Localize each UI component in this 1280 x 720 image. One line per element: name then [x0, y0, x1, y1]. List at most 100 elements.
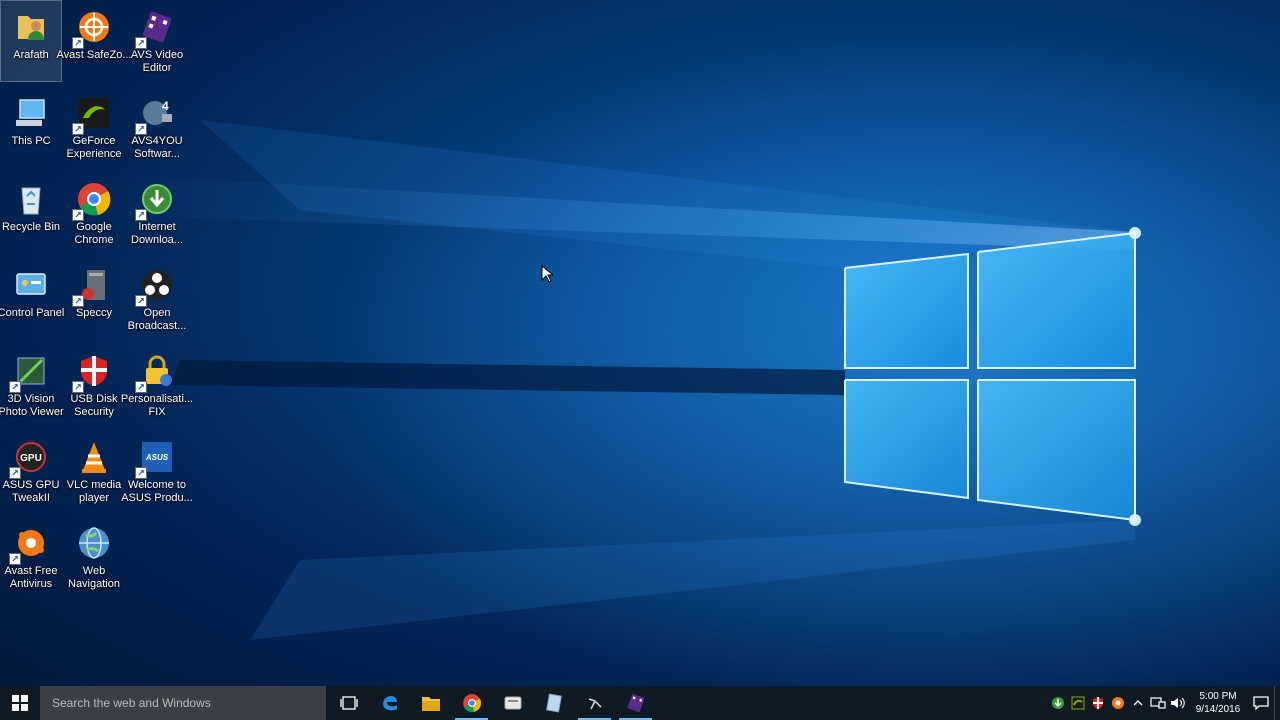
- svg-text:4: 4: [162, 99, 169, 113]
- shortcut-arrow-icon: ↗: [72, 381, 84, 393]
- shortcut-arrow-icon: ↗: [9, 381, 21, 393]
- avs-video-editor-icon: [627, 693, 644, 713]
- edge-icon: [382, 696, 397, 711]
- system-tray: 5:00 PM 9/14/2016: [1048, 686, 1280, 720]
- desktop-icon-asus-welcome[interactable]: ASUS ↗ Welcome to ASUS Produ...: [121, 430, 193, 512]
- desktop-icon-vlc[interactable]: VLC media player: [63, 430, 125, 512]
- task-view-icon: [339, 696, 358, 710]
- desktop-icon-avs-video-editor[interactable]: ↗ AVS Video Editor: [126, 0, 188, 82]
- desktop-icon-arafath[interactable]: Arafath: [0, 0, 62, 82]
- shortcut-arrow-icon: ↗: [72, 123, 84, 135]
- desktop-icon-obs[interactable]: ↗ Open Broadcast...: [126, 258, 188, 340]
- shortcut-arrow-icon: ↗: [72, 209, 84, 221]
- desktop-icon-geforce[interactable]: ↗ GeForce Experience: [63, 86, 125, 168]
- clock[interactable]: 5:00 PM 9/14/2016: [1188, 686, 1248, 720]
- folder-icon: [421, 697, 440, 711]
- geforce-icon: ↗: [72, 93, 114, 135]
- desktop-icon-avast-free[interactable]: ↗ Avast Free Antivirus: [0, 516, 62, 598]
- svg-text:GPU: GPU: [20, 453, 42, 464]
- clock-time: 5:00 PM: [1199, 691, 1237, 702]
- speccy-icon: ↗: [72, 265, 114, 307]
- web-navigation-icon: [74, 523, 114, 563]
- desktop-icon-internet-download[interactable]: ↗ Internet Downloa...: [126, 172, 188, 254]
- edge-taskbar-button[interactable]: [369, 686, 410, 720]
- desktop-icon-avs4you[interactable]: 4 ↗ AVS4YOU Softwar...: [126, 86, 188, 168]
- desktop-icon-label: AVS4YOU Softwar...: [131, 135, 183, 160]
- vlc-icon: [74, 437, 114, 477]
- desktop-icon-label: Personalisati... FIX: [120, 393, 194, 418]
- app-6-taskbar-button[interactable]: [533, 686, 574, 720]
- avs-video-editor-taskbar-button[interactable]: [615, 686, 656, 720]
- desktop-icon-asus-gpu-tweak[interactable]: GPU ↗ ASUS GPU TweakII: [0, 430, 62, 512]
- desktop-icon-3d-vision[interactable]: ↗ 3D Vision Photo Viewer: [0, 344, 64, 426]
- desktop-icon-recycle-bin[interactable]: Recycle Bin: [0, 172, 62, 254]
- shortcut-arrow-icon: ↗: [72, 37, 84, 49]
- app-7-taskbar-button[interactable]: [574, 686, 615, 720]
- computer-icon: [11, 93, 51, 133]
- chrome-icon: [462, 694, 481, 713]
- avs-video-editor-icon: ↗: [135, 7, 177, 49]
- app-5-taskbar-button[interactable]: [492, 686, 533, 720]
- usb-security-tray-icon[interactable]: [1088, 686, 1108, 720]
- action-center-button[interactable]: [1248, 686, 1274, 720]
- shortcut-arrow-icon: ↗: [9, 553, 21, 565]
- taskbar: 5:00 PM 9/14/2016: [0, 686, 1280, 720]
- desktop-icon-personalisation-fix[interactable]: ↗ Personalisati... FIX: [121, 344, 193, 426]
- obs-icon: ↗: [135, 265, 177, 307]
- usb-disk-security-icon: ↗: [72, 351, 114, 393]
- shortcut-arrow-icon: ↗: [72, 295, 84, 307]
- windows-logo-icon: [12, 695, 28, 711]
- search-input[interactable]: [50, 695, 324, 711]
- shortcut-arrow-icon: ↗: [9, 467, 21, 479]
- desktop-icon-usb-disk-security[interactable]: ↗ USB Disk Security: [63, 344, 125, 426]
- desktop-icon-label: Open Broadcast...: [127, 307, 187, 332]
- shortcut-arrow-icon: ↗: [135, 123, 147, 135]
- shortcut-arrow-icon: ↗: [135, 37, 147, 49]
- avast-tray-icon[interactable]: [1108, 686, 1128, 720]
- chevron-up-icon[interactable]: [1128, 686, 1148, 720]
- control-panel-icon: [11, 265, 51, 305]
- desktop-icon-control-panel[interactable]: Control Panel: [0, 258, 64, 340]
- taskbar-pinned-apps: [328, 686, 656, 720]
- avs4you-icon: 4 ↗: [135, 93, 177, 135]
- avast-icon: ↗: [9, 523, 51, 565]
- desktop-icon-label: Welcome to ASUS Produ...: [121, 479, 193, 504]
- user-folder-icon: [11, 7, 51, 47]
- desktop-icon-label: Internet Downloa...: [131, 221, 183, 246]
- svg-text:ASUS: ASUS: [145, 453, 169, 462]
- obs-icon: [588, 698, 602, 710]
- volume-icon[interactable]: [1168, 686, 1188, 720]
- asus-welcome-icon: ASUS ↗: [135, 437, 177, 479]
- show-desktop-button[interactable]: [1274, 686, 1280, 720]
- desktop-icon-chrome[interactable]: ↗ Google Chrome: [63, 172, 125, 254]
- desktop[interactable]: Arafath This PC Recycle Bin Control Pane…: [0, 0, 1280, 686]
- shortcut-arrow-icon: ↗: [135, 467, 147, 479]
- search-box[interactable]: [40, 686, 326, 720]
- chrome-taskbar-button[interactable]: [451, 686, 492, 720]
- shortcut-arrow-icon: ↗: [135, 209, 147, 221]
- idm-tray-icon[interactable]: [1048, 686, 1068, 720]
- clock-date: 9/14/2016: [1195, 704, 1241, 715]
- internet-download-manager-icon: ↗: [135, 179, 177, 221]
- file-explorer-taskbar-button[interactable]: [410, 686, 451, 720]
- start-button[interactable]: [0, 686, 40, 720]
- recycle-bin-icon: [11, 179, 51, 219]
- desktop-icon-web-navigation[interactable]: Web Navigation: [63, 516, 125, 598]
- notebook-icon: [545, 693, 562, 713]
- desktop-icon-speccy[interactable]: ↗ Speccy: [63, 258, 125, 340]
- shortcut-arrow-icon: ↗: [135, 381, 147, 393]
- avast-safezone-icon: ↗: [72, 7, 114, 49]
- chrome-icon: ↗: [72, 179, 114, 221]
- desktop-icon-label: Web Navigation: [68, 565, 120, 590]
- generic-app-icon: [504, 696, 521, 710]
- personalisation-fix-icon: ↗: [135, 351, 177, 393]
- task-view-button[interactable]: [328, 686, 369, 720]
- network-icon[interactable]: [1148, 686, 1168, 720]
- asus-gpu-tweak-icon: GPU ↗: [9, 437, 51, 479]
- mouse-cursor-icon: [541, 265, 553, 283]
- desktop-icon-this-pc[interactable]: This PC: [0, 86, 62, 168]
- desktop-icon-avast-safezone[interactable]: ↗ Avast SafeZo...: [56, 0, 132, 82]
- desktop-icon-grid: Arafath This PC Recycle Bin Control Pane…: [0, 0, 200, 600]
- nvidia-tray-icon[interactable]: [1068, 686, 1088, 720]
- shortcut-arrow-icon: ↗: [135, 295, 147, 307]
